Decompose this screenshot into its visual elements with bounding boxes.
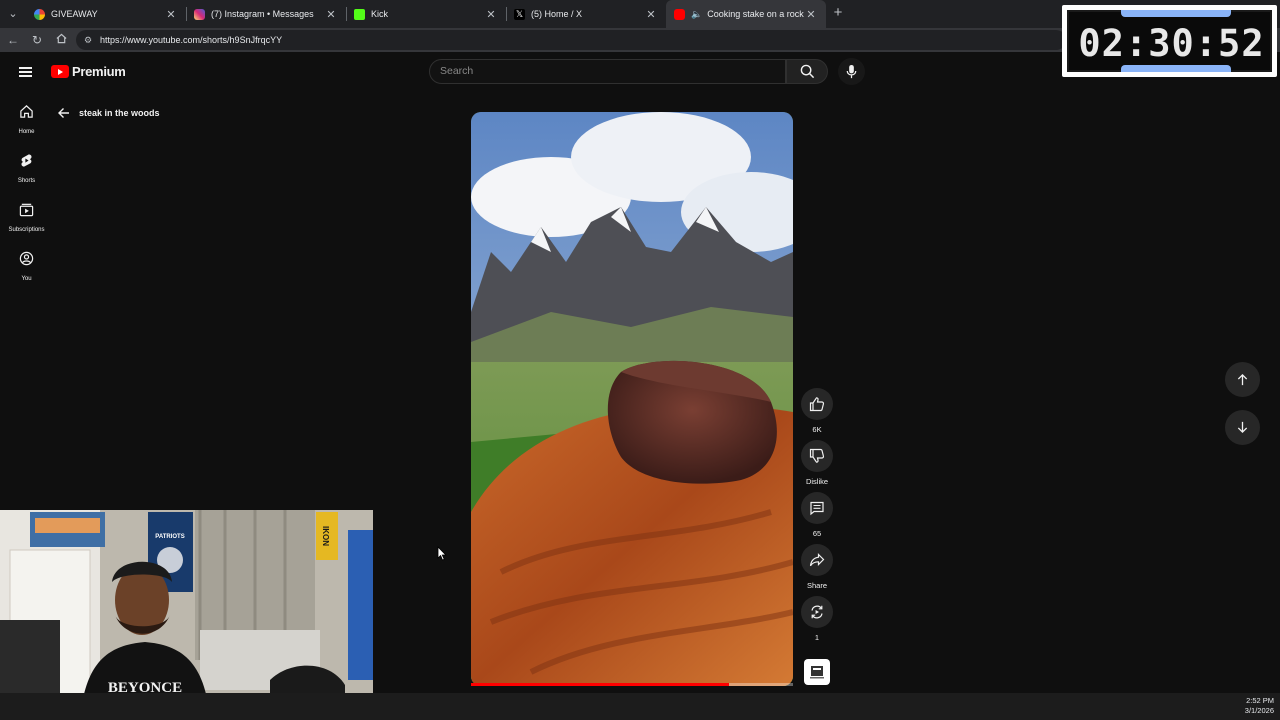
like-count: 6K bbox=[812, 425, 822, 434]
webcam-feed: PATRIOTS IKON BEYONCE bbox=[0, 510, 373, 720]
clock-time: 2:52 PM bbox=[1246, 696, 1274, 705]
back-arrow-icon[interactable]: ← bbox=[5, 32, 21, 48]
stream-timer-overlay: 02:30:52 bbox=[1062, 5, 1277, 77]
shorts-icon bbox=[21, 154, 32, 167]
guide-label: You bbox=[21, 276, 32, 282]
comment-count: 65 bbox=[812, 529, 822, 538]
microphone-icon bbox=[846, 64, 857, 79]
tab-search-chevron-icon[interactable]: ⌄ bbox=[4, 5, 22, 23]
tab-title: (7) Instagram • Messages bbox=[211, 9, 314, 19]
browser-tab[interactable]: Kick ✕ bbox=[346, 0, 506, 28]
webcam-overlay: PATRIOTS IKON BEYONCE bbox=[0, 510, 373, 720]
like-button[interactable]: 6K bbox=[800, 388, 834, 434]
guide-item-shorts[interactable]: Shorts bbox=[0, 153, 53, 195]
tab-audio-icon[interactable]: 🔈 bbox=[691, 9, 702, 20]
guide-item-subscriptions[interactable]: Subscriptions bbox=[0, 202, 53, 244]
search-query-title: steak in the woods bbox=[79, 108, 160, 118]
instagram-favicon-icon bbox=[194, 8, 205, 20]
thumbs-down-icon bbox=[809, 448, 825, 463]
thumbs-up-icon bbox=[809, 397, 825, 412]
reload-icon[interactable]: ↻ bbox=[29, 32, 45, 48]
share-button[interactable]: Share bbox=[800, 544, 834, 590]
home-icon bbox=[20, 105, 33, 118]
browser-tab[interactable]: GIVEAWAY ✕ bbox=[26, 0, 186, 28]
tab-close-icon[interactable]: ✕ bbox=[324, 8, 338, 21]
x-favicon-icon: 𝕏 bbox=[514, 8, 525, 20]
browser-tab[interactable]: 𝕏 (5) Home / X ✕ bbox=[506, 0, 666, 28]
youtube-premium-logo[interactable]: Premium bbox=[51, 64, 126, 79]
voice-search-button[interactable] bbox=[838, 58, 865, 85]
address-bar[interactable]: ⚙ https://www.youtube.com/shorts/h9SnJfr… bbox=[76, 30, 1066, 50]
remix-icon bbox=[811, 605, 823, 619]
kick-favicon-icon bbox=[354, 8, 365, 20]
next-short-button[interactable] bbox=[1225, 410, 1260, 445]
guide-label: Shorts bbox=[17, 178, 36, 184]
browser-tab[interactable]: (7) Instagram • Messages ✕ bbox=[186, 0, 346, 28]
screen: ⌄ GIVEAWAY ✕ (7) Instagram • Messages ✕ … bbox=[0, 0, 1280, 720]
previous-short-button[interactable] bbox=[1225, 362, 1260, 397]
browser-tab-active[interactable]: 🔈 Cooking stake on a rock in m ✕ bbox=[666, 0, 826, 28]
video-progress-fill bbox=[471, 683, 729, 686]
guide-item-home[interactable]: Home bbox=[0, 104, 53, 146]
remix-button[interactable]: 1 bbox=[800, 596, 834, 642]
share-icon bbox=[809, 553, 825, 567]
windows-taskbar: 2:52 PM 3/1/2026 bbox=[0, 693, 1280, 720]
giveaway-favicon-icon bbox=[34, 8, 45, 20]
you-icon bbox=[19, 251, 34, 266]
url-text: https://www.youtube.com/shorts/h9SnJfrqc… bbox=[100, 35, 283, 45]
tab-close-icon[interactable]: ✕ bbox=[644, 8, 658, 21]
search-button[interactable] bbox=[786, 59, 828, 84]
tab-title: Kick bbox=[371, 9, 389, 19]
arrow-down-icon bbox=[1237, 421, 1248, 434]
short-video-player[interactable] bbox=[471, 112, 793, 686]
share-label: Share bbox=[806, 581, 827, 590]
mouse-cursor-icon bbox=[437, 546, 447, 561]
back-to-search[interactable]: steak in the woods bbox=[57, 104, 160, 122]
guide-label: Subscriptions bbox=[8, 227, 45, 233]
back-arrow-icon bbox=[58, 108, 69, 118]
channel-avatar-image bbox=[810, 666, 824, 679]
tab-title: (5) Home / X bbox=[531, 9, 583, 19]
video-frame bbox=[471, 112, 793, 686]
timer-digits: 02:30:52 bbox=[1078, 22, 1265, 65]
hamburger-menu-icon[interactable] bbox=[16, 62, 36, 82]
ikon-banner-text: IKON bbox=[321, 526, 330, 546]
logo-text: Premium bbox=[72, 64, 126, 79]
system-clock[interactable]: 2:52 PM 3/1/2026 bbox=[1245, 696, 1274, 716]
search-icon bbox=[800, 64, 815, 79]
channel-avatar[interactable] bbox=[804, 659, 830, 685]
timer-accent-top bbox=[1121, 10, 1231, 17]
timer-accent-bottom bbox=[1121, 65, 1231, 72]
remix-count: 1 bbox=[814, 633, 820, 642]
search-input[interactable]: Search bbox=[429, 59, 786, 84]
video-progress-bar[interactable] bbox=[471, 683, 793, 686]
tab-title: Cooking stake on a rock in m bbox=[707, 9, 804, 19]
arrow-up-icon bbox=[1237, 373, 1248, 386]
comment-icon bbox=[810, 501, 824, 516]
patriots-poster-text: PATRIOTS bbox=[155, 534, 184, 540]
new-tab-plus-icon[interactable]: + bbox=[830, 5, 846, 21]
tab-close-icon[interactable]: ✕ bbox=[164, 8, 178, 21]
guide-item-you[interactable]: You bbox=[0, 251, 53, 293]
guide-label: Home bbox=[18, 129, 35, 135]
dislike-button[interactable]: Dislike bbox=[800, 440, 834, 486]
tab-close-icon[interactable]: ✕ bbox=[804, 8, 818, 21]
clock-date: 3/1/2026 bbox=[1244, 706, 1274, 715]
youtube-favicon-icon bbox=[674, 8, 685, 20]
subscriptions-icon bbox=[19, 203, 34, 217]
youtube-logo-icon bbox=[51, 65, 69, 78]
comments-button[interactable]: 65 bbox=[800, 492, 834, 538]
dislike-label: Dislike bbox=[805, 477, 829, 486]
site-info-icon[interactable]: ⚙ bbox=[82, 35, 94, 46]
home-icon[interactable] bbox=[53, 32, 69, 48]
tab-close-icon[interactable]: ✕ bbox=[484, 8, 498, 21]
tab-title: GIVEAWAY bbox=[51, 9, 98, 19]
